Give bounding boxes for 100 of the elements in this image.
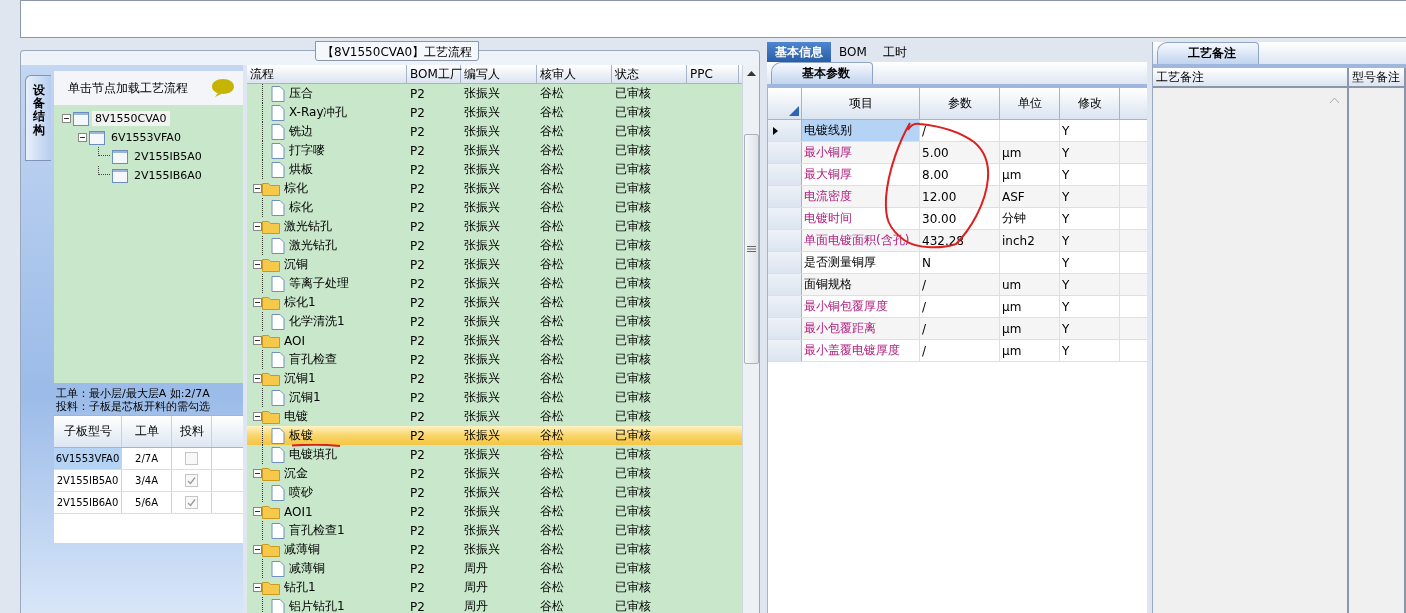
modify-flag: Y <box>1060 120 1120 141</box>
tree-node[interactable]: 8V1550CVA0 <box>92 111 170 126</box>
process-row[interactable]: 棕化 P2 张振兴 谷松 已审核 <box>247 198 742 217</box>
collapse-toggle[interactable] <box>253 184 262 193</box>
column-header[interactable]: 参数 <box>920 88 1000 119</box>
process-row[interactable]: AOI1 P2 张振兴 谷松 已审核 <box>247 502 742 521</box>
folder-icon <box>262 295 280 310</box>
table-cell[interactable]: 2V155IB5A0 <box>54 470 122 491</box>
tab[interactable]: 工时 <box>874 42 915 62</box>
table-cell[interactable]: 2V155IB6A0 <box>54 492 122 513</box>
collapse-toggle[interactable] <box>253 507 262 516</box>
column-header[interactable]: 核审人 <box>537 65 612 83</box>
collapse-toggle[interactable] <box>253 298 262 307</box>
collapse-toggle[interactable] <box>62 114 71 123</box>
scroll-up-icon[interactable] <box>746 71 756 76</box>
table-cell-text: 张振兴 <box>463 142 501 159</box>
column-header[interactable]: 流程 <box>247 65 407 83</box>
column-header[interactable]: 修改 <box>1060 88 1120 119</box>
table-cell[interactable]: 6V1553VFA0 <box>54 448 122 469</box>
process-row[interactable]: 激光钻孔 P2 张振兴 谷松 已审核 <box>247 236 742 255</box>
folder-icon <box>262 580 280 595</box>
column-header[interactable]: 单位 <box>1000 88 1060 119</box>
process-row[interactable]: 打字嘜 P2 张振兴 谷松 已审核 <box>247 141 742 160</box>
collapse-toggle[interactable] <box>253 412 262 421</box>
column-header[interactable]: 编写人 <box>461 65 537 83</box>
unit-text: μm <box>1002 343 1022 358</box>
parameter-value: 12.00 <box>920 186 1000 207</box>
process-row[interactable]: 减薄铜 P2 张振兴 谷松 已审核 <box>247 540 742 559</box>
speech-bubble-icon[interactable] <box>211 78 235 98</box>
process-row[interactable]: 沉铜1 P2 张振兴 谷松 已审核 <box>247 388 742 407</box>
checkbox[interactable] <box>185 452 198 465</box>
process-row[interactable]: 烘板 P2 张振兴 谷松 已审核 <box>247 160 742 179</box>
table-cell-text: 张振兴 <box>463 256 501 273</box>
process-row[interactable]: 沉金 P2 张振兴 谷松 已审核 <box>247 464 742 483</box>
table-cell-text: P2 <box>409 389 426 407</box>
process-row[interactable]: 电镀填孔 P2 张振兴 谷松 已审核 <box>247 445 742 464</box>
process-row[interactable]: 铣边 P2 张振兴 谷松 已审核 <box>247 122 742 141</box>
tab[interactable]: BOM <box>831 42 875 62</box>
process-row[interactable]: 棕化 P2 张振兴 谷松 已审核 <box>247 179 742 198</box>
collapse-toggle[interactable] <box>253 222 262 231</box>
process-row[interactable]: 盲孔检查 P2 张振兴 谷松 已审核 <box>247 350 742 369</box>
column-header[interactable]: 型号备注 <box>1349 68 1406 86</box>
collapse-toggle[interactable] <box>253 469 262 478</box>
column-header[interactable]: 投料 <box>172 416 212 447</box>
column-header[interactable]: 子板型号 <box>54 416 122 447</box>
tab[interactable]: 基本信息 <box>767 42 831 62</box>
process-row[interactable]: 沉铜1 P2 张振兴 谷松 已审核 <box>247 369 742 388</box>
scroll-thumb[interactable] <box>743 134 759 364</box>
process-name: 板镀 <box>289 427 313 444</box>
process-row[interactable]: 化学清洗1 P2 张振兴 谷松 已审核 <box>247 312 742 331</box>
column-header[interactable]: 工艺备注 <box>1153 68 1349 86</box>
process-row[interactable]: 铝片钻孔1 P2 周丹 谷松 已审核 <box>247 597 742 613</box>
table-cell-text: 已审核 <box>614 123 652 140</box>
checkbox[interactable] <box>185 496 198 509</box>
process-row[interactable]: 盲孔检查1 P2 张振兴 谷松 已审核 <box>247 521 742 540</box>
process-row[interactable]: 压合 P2 张振兴 谷松 已审核 <box>247 84 742 103</box>
parameter-name: 电镀线别 <box>802 120 920 141</box>
collapse-toggle[interactable] <box>253 545 262 554</box>
collapse-toggle[interactable] <box>253 336 262 345</box>
process-row[interactable]: 等离子处理 P2 张振兴 谷松 已审核 <box>247 274 742 293</box>
table-cell-text: P2 <box>409 123 426 141</box>
tree-node[interactable]: 2V155IB5A0 <box>131 149 205 164</box>
process-row[interactable]: 电镀 P2 张振兴 谷松 已审核 <box>247 407 742 426</box>
table-cell-text: 谷松 <box>539 427 565 444</box>
column-header[interactable]: BOM工厂 <box>407 65 461 83</box>
column-header[interactable]: 状态 <box>612 65 687 83</box>
table-cell-text: P2 <box>409 180 426 198</box>
document-icon <box>271 389 285 406</box>
tree-node[interactable]: 2V155IB6A0 <box>131 168 205 183</box>
folder-icon <box>262 466 280 481</box>
process-row[interactable]: 钻孔1 P2 周丹 谷松 已审核 <box>247 578 742 597</box>
process-row[interactable]: 减薄铜 P2 周丹 谷松 已审核 <box>247 559 742 578</box>
tree-node[interactable]: 6V1553VFA0 <box>108 130 184 145</box>
column-header[interactable]: 项目 <box>802 88 920 119</box>
process-row[interactable]: 棕化1 P2 张振兴 谷松 已审核 <box>247 293 742 312</box>
column-header[interactable]: 工单 <box>122 416 172 447</box>
collapse-toggle[interactable] <box>253 260 262 269</box>
row-header[interactable] <box>768 120 802 141</box>
sub-tab[interactable]: 基本参数 <box>771 62 873 84</box>
side-tab[interactable]: 设备结构 <box>25 75 51 161</box>
process-row[interactable]: X-Ray冲孔 P2 张振兴 谷松 已审核 <box>247 103 742 122</box>
collapse-toggle[interactable] <box>78 133 87 142</box>
parameter-name: 面铜规格 <box>802 274 920 295</box>
process-row[interactable]: 喷砂 P2 张振兴 谷松 已审核 <box>247 483 742 502</box>
process-row[interactable]: 激光钻孔 P2 张振兴 谷松 已审核 <box>247 217 742 236</box>
parameter-name: 最小包覆距离 <box>802 318 920 339</box>
collapse-toggle[interactable] <box>253 374 262 383</box>
process-row[interactable]: AOI P2 张振兴 谷松 已审核 <box>247 331 742 350</box>
column-header[interactable]: PPC <box>687 65 739 83</box>
process-name: 棕化 <box>289 199 313 216</box>
collapse-toggle[interactable] <box>253 583 262 592</box>
process-row[interactable]: 板镀 P2 张振兴 谷松 已审核 <box>247 426 742 445</box>
folder-icon <box>262 409 280 424</box>
document-icon <box>271 522 285 539</box>
table-cell-text: P2 <box>409 484 426 502</box>
sub-tab[interactable]: 工艺备注 <box>1157 42 1259 64</box>
scrollbar[interactable] <box>742 65 759 613</box>
process-row[interactable]: 沉铜 P2 张振兴 谷松 已审核 <box>247 255 742 274</box>
checkbox[interactable] <box>185 474 198 487</box>
row-pointer-icon <box>773 126 778 135</box>
